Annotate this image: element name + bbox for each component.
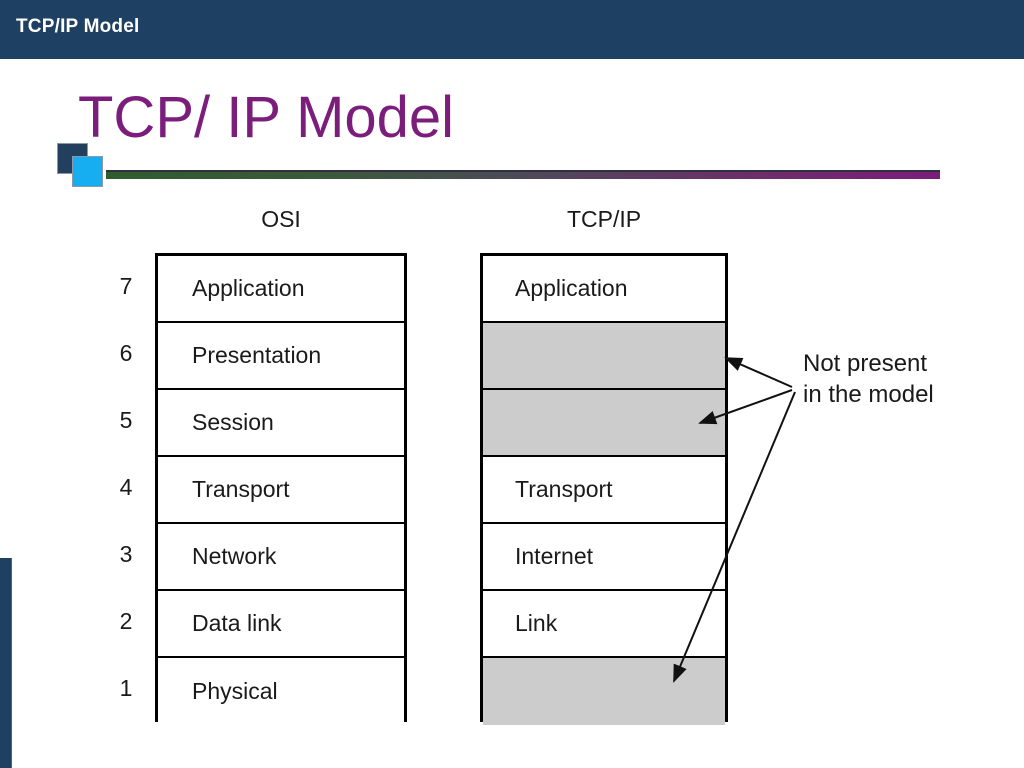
tcpip-layer-label: Link (515, 610, 558, 636)
osi-layer-label: Transport (192, 476, 290, 502)
osi-layer-number: 4 (119, 474, 133, 500)
osi-layer-numbers: 7 6 5 4 3 2 1 (106, 253, 146, 722)
tcpip-layer-row-empty (483, 390, 725, 457)
tcpip-layer-row-empty (483, 658, 725, 725)
osi-layer-row: Physical (158, 658, 404, 725)
tcpip-layer-row-empty (483, 323, 725, 390)
tcpip-layer-stack: Application Transport Internet Link (480, 253, 728, 725)
osi-layer-stack: Application Presentation Session Transpo… (155, 253, 407, 725)
tcpip-osi-comparison-diagram: OSI TCP/IP 7 6 5 4 3 2 1 Application Pre… (0, 0, 1024, 768)
osi-layer-label: Data link (192, 610, 282, 636)
annotation-arrow-to-presentation-gap (724, 357, 793, 388)
osi-layer-row: Network (158, 524, 404, 591)
osi-layer-label: Application (192, 275, 305, 301)
osi-layer-row: Data link (158, 591, 404, 658)
tcpip-layer-row: Internet (483, 524, 725, 591)
osi-layer-row: Session (158, 390, 404, 457)
tcpip-layer-label: Internet (515, 543, 593, 569)
osi-column-header: OSI (261, 206, 301, 232)
tcpip-layer-row: Link (483, 591, 725, 658)
osi-layer-number: 7 (119, 273, 133, 299)
osi-layer-label: Physical (192, 678, 278, 704)
annotation-label-line1: Not present (803, 350, 928, 377)
osi-layer-label: Presentation (192, 342, 322, 368)
osi-layer-number: 2 (119, 608, 133, 634)
annotation-label-line2: in the model (803, 380, 934, 408)
osi-layer-number: 1 (119, 675, 133, 701)
tcpip-layer-label: Transport (515, 476, 613, 502)
osi-layer-row: Presentation (158, 323, 404, 390)
osi-layer-number: 6 (119, 340, 133, 366)
osi-layer-row: Application (158, 256, 404, 323)
osi-layer-number: 3 (119, 541, 133, 567)
osi-layer-number: 5 (119, 407, 133, 433)
osi-layer-label: Network (192, 543, 277, 569)
tcpip-column-header: TCP/IP (566, 206, 642, 232)
tcpip-layer-row: Transport (483, 457, 725, 524)
tcpip-layer-label: Application (515, 275, 628, 301)
tcpip-layer-row: Application (483, 256, 725, 323)
osi-layer-row: Transport (158, 457, 404, 524)
osi-layer-label: Session (192, 409, 274, 435)
annotation-label: Not present in the model (803, 349, 934, 410)
